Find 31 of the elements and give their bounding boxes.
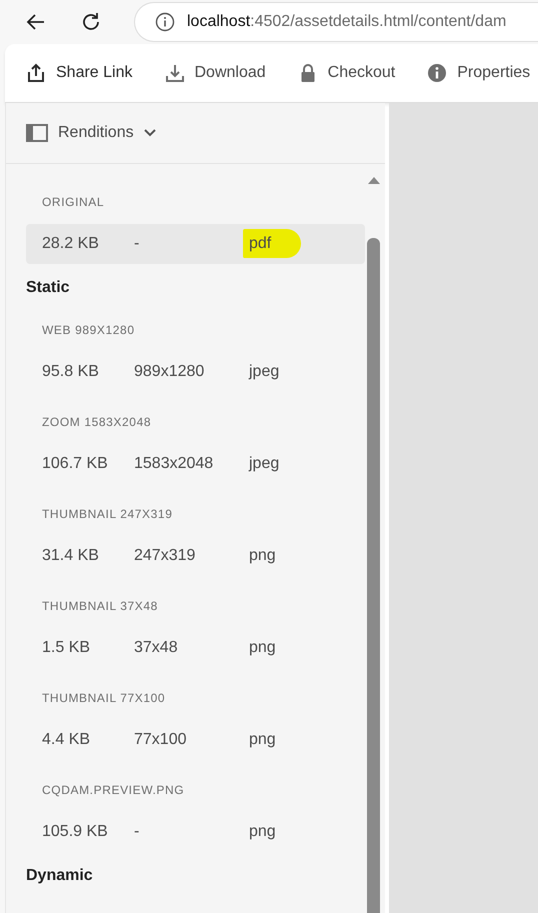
group-heading: Static — [26, 278, 71, 298]
rendition-row[interactable]: 106.7 KB 1583x2048 jpeg — [26, 444, 365, 484]
toolbar-button[interactable]: Checkout — [298, 57, 410, 89]
toolbar-button[interactable]: Properties — [427, 57, 538, 89]
rendition-row[interactable]: 28.2 KB - pdf — [26, 224, 365, 264]
download-icon — [164, 63, 184, 83]
rendition-label: THUMBNAIL 247X319 — [41, 506, 174, 523]
panel-icon — [26, 124, 48, 142]
toolbar-button[interactable]: Share Link — [26, 57, 146, 89]
rendition-label: ZOOM 1583X2048 — [41, 414, 152, 431]
rendition-row[interactable]: 95.8 KB 989x1280 jpeg — [26, 352, 365, 392]
rendition-label: WEB 989X1280 — [41, 322, 136, 339]
toolbar-button[interactable]: Download — [164, 57, 280, 89]
scroll-up-icon[interactable] — [368, 176, 380, 184]
share-icon — [26, 63, 46, 83]
address-bar[interactable]: localhost:4502/assetdetails.html/content/dam — [134, 2, 538, 42]
rendition-label: ORIGINAL — [41, 194, 106, 211]
info-icon[interactable] — [155, 12, 175, 32]
url-path: :4502/assetdetails.html/content/dam — [250, 13, 506, 30]
rendition-row[interactable]: 105.9 KB - png — [26, 812, 365, 852]
rendition-row[interactable]: 31.4 KB 247x319 png — [26, 536, 365, 576]
renditions-dropdown[interactable]: Renditions — [26, 120, 156, 146]
url-host: localhost — [187, 13, 250, 30]
info-icon — [427, 63, 448, 83]
rendition-label: THUMBNAIL 77X100 — [41, 690, 166, 707]
chevron-down-icon — [144, 129, 156, 137]
rendition-row[interactable]: 4.4 KB 77x100 png — [26, 720, 365, 760]
rendition-row[interactable]: 1.5 KB 37x48 png — [26, 628, 365, 668]
rendition-label: CQDAM.PREVIEW.PNG — [41, 782, 186, 799]
rendition-label: THUMBNAIL 37X48 — [41, 598, 159, 615]
group-heading: Dynamic — [26, 866, 94, 886]
